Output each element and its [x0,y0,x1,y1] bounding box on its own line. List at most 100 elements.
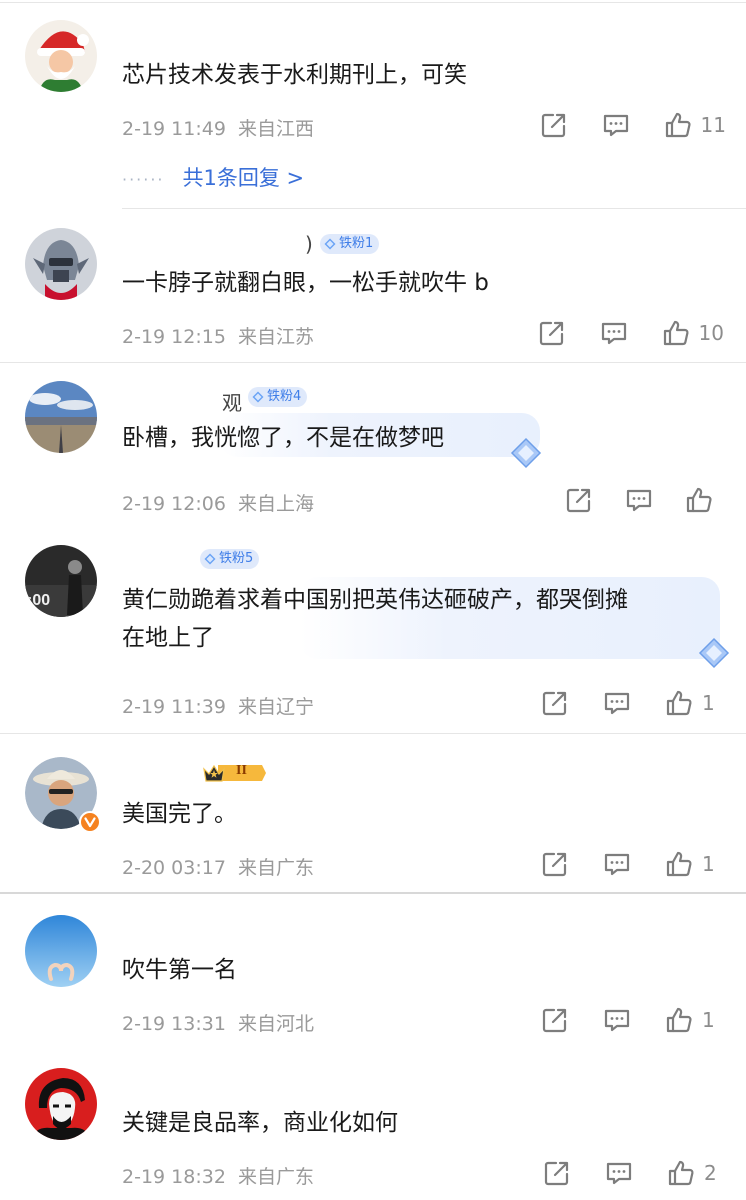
share-icon [540,1005,570,1035]
like-icon [684,485,714,515]
comment-button[interactable] [599,318,629,348]
comment-actions [534,485,722,515]
like-icon [664,849,694,879]
like-count: 1 [702,852,715,876]
comment-time: 2-19 13:31 [122,1013,226,1035]
comment-time: 2-19 11:39 [122,696,226,718]
like-icon [661,318,691,348]
share-button[interactable] [540,1005,570,1035]
comment-location: 来自辽宁 [237,696,314,718]
comment-time: 2-19 12:15 [122,326,226,348]
comment-text: 芯片技术发表于水利期刊上，可笑 [122,62,467,88]
like-button[interactable]: 1 [664,849,724,879]
comment-text-line: 黄仁勋跪着求着中国别把英伟达砸破产，都哭倒摊 [122,587,628,613]
comment-icon [624,485,654,515]
comment-actions: 1 [510,1005,724,1035]
comment-meta: 2-19 12:15 来自江苏 [122,322,314,349]
sparkle-gem-icon [694,633,734,673]
like-button[interactable]: 1 [664,688,724,718]
comment-text: 吹牛第一名 [122,957,237,983]
comment-item: 观 铁粉4 卧槽，我恍惚了，不是在做梦吧 2-19 12:06 来自上海 [0,363,746,525]
comment-button[interactable] [604,1158,634,1188]
like-count: 1 [702,1008,715,1032]
comment-button[interactable] [601,110,631,140]
robot-avatar-icon [25,228,97,300]
comment-item: II 美国完了。 2-20 03:17 来自广东 1 [0,735,746,895]
like-button[interactable]: 1 [664,1005,724,1035]
user-avatar[interactable] [25,20,97,92]
comment-divider [122,208,746,209]
view-replies-link[interactable]: ······ 共1条回复 > [122,162,304,192]
comment-meta: 2-19 18:32 来自广东 [122,1162,314,1189]
comment-meta: 2-20 03:17 来自广东 [122,853,314,880]
fan-badge: 铁粉4 [248,387,308,407]
comment-text: 美国完了。 [122,801,237,827]
comment-button[interactable] [602,688,632,718]
comment-icon [604,1158,634,1188]
comment-item: 吹牛第一名 2-19 13:31 来自河北 1 [0,897,746,1047]
crown-icon [203,764,266,782]
like-count: 11 [700,113,726,137]
comment-item: ) 铁粉1 一卡脖子就翻白眼，一松手就吹牛 b 2-19 12:15 来自江苏 … [0,210,746,363]
like-icon [664,688,694,718]
username[interactable]: ) [305,232,313,256]
like-count: 2 [704,1161,717,1185]
share-button[interactable] [540,688,570,718]
share-button[interactable] [564,485,594,515]
share-button[interactable] [542,1158,572,1188]
like-button[interactable]: 10 [661,318,724,348]
svg-text::00: :00 [27,592,50,609]
che-portrait-avatar-icon [25,1068,97,1140]
user-avatar[interactable] [25,1068,97,1140]
fan-badge: 铁粉1 [320,234,380,254]
comment-button[interactable] [602,1005,632,1035]
like-button[interactable] [684,485,722,515]
like-icon [666,1158,696,1188]
fan-badge: 铁粉5 [200,549,260,569]
photo-avatar-icon: :00 [25,545,97,617]
share-icon [540,688,570,718]
comment-time: 2-20 03:17 [122,857,226,879]
share-icon [540,849,570,879]
like-count: 10 [698,321,724,345]
comment-text: 黄仁勋跪着求着中国别把英伟达砸破产，都哭倒摊 在地上了 [122,583,628,655]
share-button[interactable] [540,849,570,879]
like-count: 1 [702,691,715,715]
sparkle-gem-icon [506,433,546,473]
comment-item: 芯片技术发表于水利期刊上，可笑 2-19 11:49 来自江西 11 ·····… [0,0,746,210]
share-icon [564,485,594,515]
share-button[interactable] [539,110,569,140]
comment-actions: 11 [509,110,726,140]
like-icon [663,110,693,140]
comment-location: 来自河北 [237,1013,314,1035]
username[interactable]: 观 [222,387,242,416]
comment-icon [602,1005,632,1035]
comment-button[interactable] [602,849,632,879]
comment-meta: 2-19 13:31 来自河北 [122,1009,314,1036]
user-avatar[interactable] [25,381,97,453]
user-avatar[interactable]: :00 [25,545,97,617]
comment-text: 一卡脖子就翻白眼，一松手就吹牛 b [122,270,489,296]
comment-text: 卧槽，我恍惚了，不是在做梦吧 [122,425,444,451]
user-avatar[interactable] [25,915,97,987]
comment-divider [0,733,746,734]
like-icon [664,1005,694,1035]
comment-icon [599,318,629,348]
user-avatar[interactable] [25,228,97,300]
comment-text: 关键是良品率，商业化如何 [122,1110,398,1136]
comment-actions: 1 [510,849,724,879]
comment-actions: 10 [507,318,724,348]
reply-dots: ······ [122,170,165,189]
comment-icon [602,849,632,879]
fan-badge-label: 铁粉4 [267,389,302,404]
share-button[interactable] [537,318,567,348]
member-crown-badge: II [200,761,268,785]
comment-meta: 2-19 11:39 来自辽宁 [122,692,314,719]
user-avatar[interactable] [25,757,101,833]
like-button[interactable]: 2 [666,1158,726,1188]
comment-button[interactable] [624,485,654,515]
comment-meta: 2-19 12:06 来自上海 [122,489,314,516]
sky-heart-avatar-icon [25,915,97,987]
like-button[interactable]: 11 [663,110,726,140]
comment-time: 2-19 12:06 [122,493,226,515]
